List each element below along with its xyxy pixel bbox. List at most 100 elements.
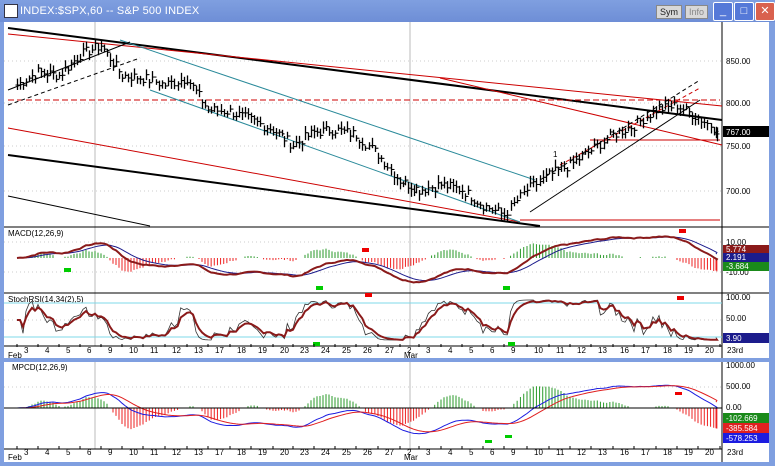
date-label: 10 <box>129 448 138 457</box>
mpcd-axis-label: 0.00 <box>726 403 742 412</box>
date-label: 6 <box>87 346 92 355</box>
date-label: 17 <box>641 448 650 457</box>
month-label: Mar <box>404 453 418 462</box>
date-label: 13 <box>598 448 607 457</box>
date-label: 5 <box>469 346 474 355</box>
date-label: 26 <box>363 346 372 355</box>
stoch-value-tag: 3.90 <box>726 334 742 343</box>
price-axis-label: 850.00 <box>726 57 751 66</box>
date-label: 10 <box>534 448 543 457</box>
date-label: 5 <box>66 448 71 457</box>
red-signal-marker <box>675 392 682 395</box>
month-label: Mar <box>404 351 418 360</box>
signal-value-tag: 2.191 <box>726 253 747 262</box>
date-label: 12 <box>172 346 181 355</box>
date-label: 17 <box>215 448 224 457</box>
date-label: 18 <box>237 346 246 355</box>
date-label: 20 <box>705 346 714 355</box>
date-label: 12 <box>577 448 586 457</box>
date-label: 12 <box>577 346 586 355</box>
price-axis-label: 800.00 <box>726 99 751 108</box>
trendline-red-mid <box>439 77 723 146</box>
date-label: 3 <box>426 448 431 457</box>
red-signal-marker <box>677 296 684 300</box>
date-label: 6 <box>490 448 495 457</box>
macd-plot <box>16 235 719 284</box>
date-label: 10 <box>129 346 138 355</box>
date-label: 11 <box>556 448 565 457</box>
mpcd-signal-tag: -385.584 <box>726 424 758 433</box>
date-label: 17 <box>641 346 650 355</box>
date-label: 17 <box>215 346 224 355</box>
trendline-black-lower2 <box>7 195 151 227</box>
date-label: 9 <box>511 448 516 457</box>
date-label: 18 <box>663 448 672 457</box>
mpcd-axis-label: 1000.00 <box>726 361 755 370</box>
price-axis-label: 700.00 <box>726 187 751 196</box>
stoch-axis-label: 100.00 <box>726 293 751 302</box>
mpcd-axis-label: 500.00 <box>726 382 751 391</box>
date-label: 6 <box>490 346 495 355</box>
date-label: 4 <box>45 346 50 355</box>
date-label: 5 <box>66 346 71 355</box>
left-frame <box>0 22 4 466</box>
trendline-black-upper <box>7 27 723 121</box>
month-label: Feb <box>8 351 22 360</box>
trendline-red-lower <box>7 127 521 223</box>
date-label: 9 <box>511 346 516 355</box>
stochrsi-plot <box>17 299 719 341</box>
red-signal-marker <box>365 293 372 297</box>
date-label: 25 <box>342 448 351 457</box>
date-label: 5 <box>469 448 474 457</box>
date-label: 16 <box>620 346 629 355</box>
date-label: 19 <box>684 448 693 457</box>
date-label: 19 <box>258 448 267 457</box>
mpcd-value-tag: -102.669 <box>726 414 758 423</box>
right-frame <box>769 22 775 466</box>
date-label: 20 <box>280 448 289 457</box>
date-label: 25 <box>342 346 351 355</box>
mpcd-hist-tag: -578.253 <box>726 434 758 443</box>
date-label: 24 <box>321 346 330 355</box>
date-label: 3 <box>24 448 29 457</box>
date-label: 27 <box>385 448 394 457</box>
date-label: 24 <box>321 448 330 457</box>
date-label: 4 <box>448 448 453 457</box>
date-label: 13 <box>194 346 203 355</box>
date-label: 23rd <box>727 346 743 355</box>
trendlines <box>7 27 723 227</box>
date-label: 23 <box>300 448 309 457</box>
mpcd-plot <box>4 384 722 435</box>
date-label: 16 <box>620 448 629 457</box>
date-label: 3 <box>426 346 431 355</box>
last-price-tag: 767.00 <box>726 128 751 137</box>
green-signal-marker <box>485 440 492 443</box>
wave-label: 1 <box>553 150 558 159</box>
date-label: 6 <box>87 448 92 457</box>
grid <box>4 22 722 449</box>
trendline-red-upper <box>7 33 723 107</box>
date-label: 10 <box>534 346 543 355</box>
date-label: 12 <box>172 448 181 457</box>
date-label: 19 <box>258 346 267 355</box>
date-label: 11 <box>150 346 159 355</box>
macd-label: MACD(12,26,9) <box>8 229 64 238</box>
chart-area[interactable]: 1 850.00 800.00 750.00 700.00 767.00 MAC… <box>0 0 775 466</box>
green-signal-marker <box>64 268 71 272</box>
date-label: 4 <box>45 448 50 457</box>
date-label: 19 <box>684 346 693 355</box>
month-label: Feb <box>8 453 22 462</box>
date-label: 18 <box>237 448 246 457</box>
date-label: 18 <box>663 346 672 355</box>
price-axis-label: 750.00 <box>726 142 751 151</box>
date-label: 20 <box>705 448 714 457</box>
date-label: 13 <box>194 448 203 457</box>
green-signal-marker <box>505 435 512 438</box>
mpcd-label: MPCD(12,26,9) <box>12 363 68 372</box>
pane-divider <box>0 358 775 362</box>
date-label: 27 <box>385 346 394 355</box>
date-label: 11 <box>150 448 159 457</box>
date-label: 9 <box>108 448 113 457</box>
date-label: 9 <box>108 346 113 355</box>
date-label: 4 <box>448 346 453 355</box>
